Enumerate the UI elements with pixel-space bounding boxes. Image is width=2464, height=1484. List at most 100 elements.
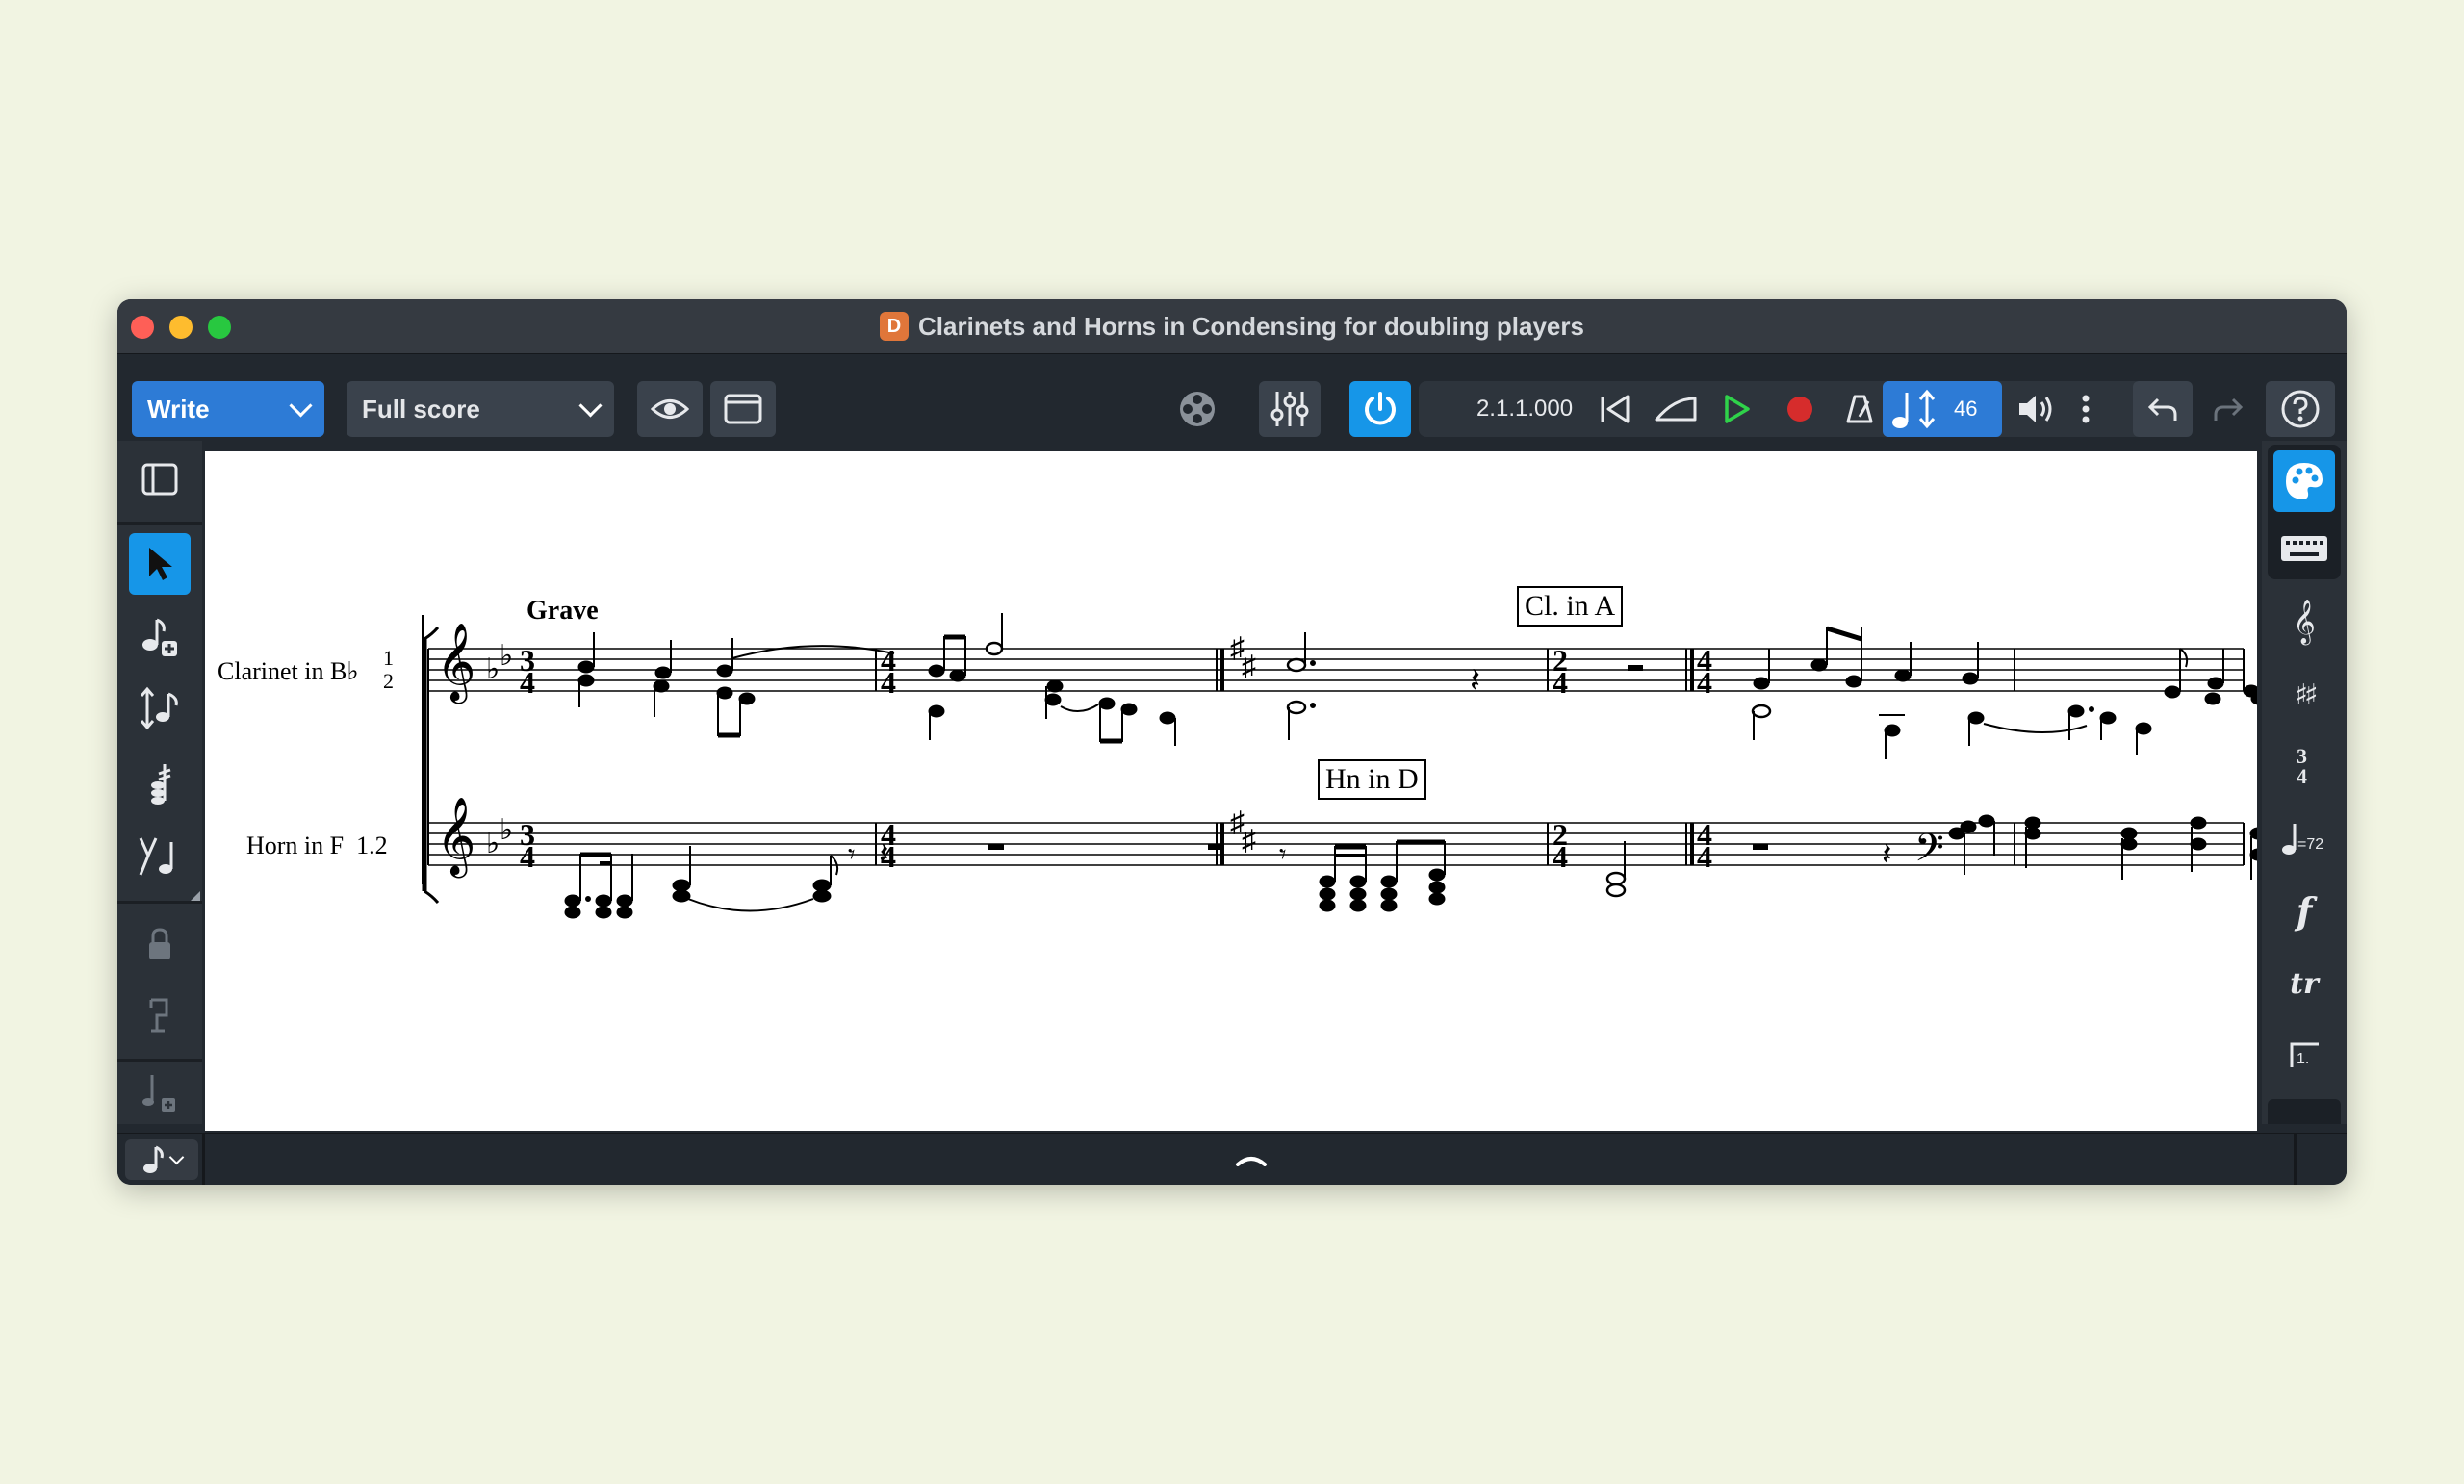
key-signatures-panel-button[interactable]: ♯♯ xyxy=(2273,664,2335,726)
help-icon xyxy=(2281,390,2320,428)
record-icon xyxy=(1787,397,1812,422)
clefs: 𝄞 𝄞 𝄢 xyxy=(436,622,1944,880)
horn-notes: 𝄾 𝄽 𝄾 𝄽 xyxy=(564,814,2257,919)
metronome-icon xyxy=(1846,395,1873,423)
power-icon xyxy=(1365,392,1396,425)
speaker-icon xyxy=(2019,396,2052,422)
svg-text:4: 4 xyxy=(520,665,535,700)
play-button[interactable] xyxy=(1715,381,1758,437)
chevron-down-icon xyxy=(578,393,603,418)
tempo-value: 46 xyxy=(1954,397,1978,421)
instrument-change-horn[interactable]: Hn in D xyxy=(1318,759,1426,800)
svg-text:𝄽: 𝄽 xyxy=(879,835,888,874)
repeat-endings-panel-button[interactable]: 1. xyxy=(2273,1024,2335,1086)
show-bottom-panel-button[interactable] xyxy=(1232,1145,1270,1174)
mode-label: Write xyxy=(147,394,210,423)
svg-text:♭: ♭ xyxy=(500,640,513,672)
add-notes-mode-button[interactable] xyxy=(129,1062,191,1124)
svg-text:𝄢: 𝄢 xyxy=(1914,826,1944,880)
eye-icon xyxy=(651,399,689,419)
mixer-icon xyxy=(1270,392,1309,426)
app-window: D Clarinets and Horns in Condensing for … xyxy=(117,299,2347,1185)
undo-button[interactable] xyxy=(2133,381,2193,437)
mixer-button[interactable] xyxy=(1259,381,1321,437)
dynamics-panel-button[interactable]: f xyxy=(2273,880,2335,941)
forte-icon: f xyxy=(2296,888,2313,933)
more-options-button[interactable] xyxy=(2071,381,2100,437)
keyboard-panel-button[interactable] xyxy=(2273,518,2335,579)
grace-note-button[interactable] xyxy=(129,826,191,887)
status-bar xyxy=(117,1133,2347,1185)
time-signature-icon: 34 xyxy=(2297,745,2307,787)
lock-icon xyxy=(149,928,170,959)
select-tool-button[interactable] xyxy=(129,533,191,595)
svg-text:𝄽: 𝄽 xyxy=(1882,835,1891,874)
title-bar: D Clarinets and Horns in Condensing for … xyxy=(117,299,2347,354)
playback-power-button[interactable] xyxy=(1349,381,1411,437)
svg-text:1.: 1. xyxy=(2297,1051,2309,1067)
mode-dropdown[interactable]: Write xyxy=(132,381,324,437)
view-options-button[interactable] xyxy=(637,381,703,437)
toggle-left-panel-button[interactable] xyxy=(129,448,191,510)
layout-label: Full score xyxy=(362,394,480,423)
tempo-panel-button[interactable]: =72 xyxy=(2273,808,2335,870)
clefs-panel-button[interactable]: 𝄞 xyxy=(2273,591,2335,652)
record-button[interactable] xyxy=(1779,381,1821,437)
tempo-marking[interactable]: Grave xyxy=(526,596,599,627)
quarter-note-icon xyxy=(1892,393,1909,428)
app-icon: D xyxy=(880,312,910,341)
playhead-position[interactable]: 2.1.1.000 xyxy=(1467,381,1582,437)
metronome-button[interactable] xyxy=(1838,381,1881,437)
staff-name-horn[interactable]: Horn in F 1.2 xyxy=(246,832,388,860)
svg-text:♭: ♭ xyxy=(486,653,500,685)
svg-text:♭: ♭ xyxy=(486,828,500,859)
video-button[interactable] xyxy=(1167,381,1228,437)
pedal-icon xyxy=(1655,397,1697,422)
svg-text:4: 4 xyxy=(1697,839,1712,874)
play-icon xyxy=(1725,395,1750,423)
player-number-top: 1 xyxy=(383,646,394,670)
svg-text:4: 4 xyxy=(2297,764,2307,787)
chevron-down-icon xyxy=(168,1149,184,1165)
lock-duration-button[interactable] xyxy=(129,914,191,976)
instrument-change-clarinet[interactable]: Cl. in A xyxy=(1517,586,1624,627)
svg-text:4: 4 xyxy=(1697,665,1712,700)
svg-text:𝄞: 𝄞 xyxy=(436,796,475,878)
svg-text:♭: ♭ xyxy=(500,814,513,846)
staff-name-clarinet[interactable]: Clarinet in B♭ xyxy=(218,657,359,686)
tremolo-chord-button[interactable] xyxy=(129,753,191,814)
window-layout-button[interactable] xyxy=(710,381,776,437)
svg-text:4: 4 xyxy=(1553,665,1568,700)
score-page[interactable]: 𝄞 𝄞 𝄢 ♭ ♭ ♭ ♭ ♯ ♯ ♯ ♯ 34 34 44 44 24 24 44 4… xyxy=(205,451,2257,1131)
ending-bracket-icon: 1. xyxy=(2290,1042,2319,1067)
svg-text:𝄾: 𝄾 xyxy=(1279,838,1286,870)
tempo-control[interactable]: 46 xyxy=(1883,381,2002,437)
volume-button[interactable] xyxy=(2012,381,2060,437)
keyboard-icon xyxy=(2281,536,2327,561)
note-input-button[interactable] xyxy=(129,606,191,668)
score-music: 𝄞 𝄞 𝄢 ♭ ♭ ♭ ♭ ♯♯ ♯♯ 34 34 44 44 24 24 44 4… xyxy=(422,613,2257,919)
player-number-bottom: 2 xyxy=(383,669,394,693)
ornaments-panel-button[interactable]: tr xyxy=(2273,953,2335,1014)
properties-panel-button[interactable] xyxy=(2273,450,2335,512)
svg-text:4: 4 xyxy=(520,839,535,874)
svg-text:=72: =72 xyxy=(2297,836,2323,853)
help-button[interactable] xyxy=(2266,381,2335,437)
time-signatures-panel-button[interactable]: 34 xyxy=(2273,735,2335,797)
rewind-to-start-button[interactable] xyxy=(1594,381,1636,437)
note-plus-icon xyxy=(142,618,177,656)
svg-text:𝄽: 𝄽 xyxy=(1470,661,1480,701)
insert-mode-button[interactable] xyxy=(129,678,191,739)
layout-dropdown[interactable]: Full score xyxy=(346,381,614,437)
svg-text:♯: ♯ xyxy=(1242,825,1256,857)
sustain-pedal-button[interactable] xyxy=(1652,381,1700,437)
redo-button[interactable] xyxy=(2198,381,2258,437)
arrow-cursor-icon xyxy=(149,548,172,580)
note-input-options-dropdown[interactable] xyxy=(125,1139,198,1180)
svg-text:4: 4 xyxy=(881,665,896,700)
transport-bar: 2.1.1.000 46 xyxy=(1419,381,2143,437)
expand-corner-icon xyxy=(191,891,200,901)
force-duration-button[interactable] xyxy=(129,985,191,1047)
notes-toolbox xyxy=(117,441,202,1124)
key-signatures: ♭ ♭ ♭ ♭ ♯♯ ♯♯ xyxy=(486,632,1256,859)
